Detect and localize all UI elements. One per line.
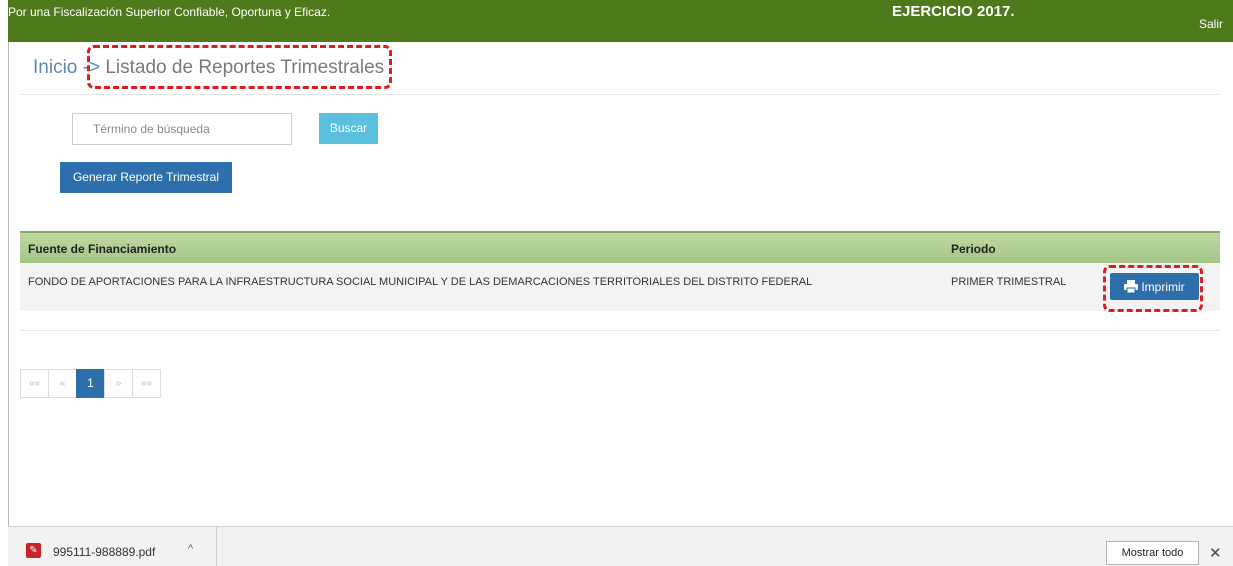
- highlight-box-print: [1103, 265, 1203, 312]
- search-button[interactable]: Buscar: [319, 113, 378, 144]
- logout-link[interactable]: Salir: [1199, 17, 1223, 31]
- breadcrumb-home-link[interactable]: Inicio: [33, 57, 77, 78]
- page-last[interactable]: »»: [132, 369, 161, 398]
- download-bar: ✎ 995111-988889.pdf ^ Mostrar todo ✕: [8, 526, 1233, 566]
- show-all-button[interactable]: Mostrar todo: [1106, 541, 1199, 565]
- column-header-periodo: Periodo: [951, 242, 996, 256]
- cell-periodo: PRIMER TRIMESTRAL: [951, 276, 1067, 288]
- download-item[interactable]: ✎ 995111-988889.pdf ^: [8, 527, 217, 566]
- search-input[interactable]: [72, 113, 292, 145]
- table-header: Fuente de Financiamiento Periodo: [20, 231, 1220, 263]
- page-first[interactable]: ««: [20, 369, 49, 398]
- generate-report-button[interactable]: Generar Reporte Trimestral: [60, 162, 232, 193]
- highlight-box-title: [87, 45, 392, 89]
- fiscal-year-label: EJERCICIO 2017.: [892, 3, 1015, 20]
- slogan-text: Por una Fiscalización Superior Confiable…: [8, 5, 331, 19]
- table-row: FONDO DE APORTACIONES PARA LA INFRAESTRU…: [20, 263, 1220, 311]
- divider: [20, 330, 1220, 331]
- page-next[interactable]: »: [104, 369, 133, 398]
- download-file-name: 995111-988889.pdf: [53, 545, 156, 559]
- page-current[interactable]: 1: [76, 369, 105, 398]
- chevron-up-icon[interactable]: ^: [188, 543, 193, 555]
- top-banner: Por una Fiscalización Superior Confiable…: [8, 0, 1233, 42]
- column-header-fuente: Fuente de Financiamiento: [28, 242, 177, 256]
- pdf-icon: ✎: [26, 543, 41, 558]
- pagination: «« « 1 » »»: [20, 369, 161, 398]
- divider: [20, 94, 1220, 95]
- close-icon[interactable]: ✕: [1209, 544, 1222, 562]
- cell-fuente: FONDO DE APORTACIONES PARA LA INFRAESTRU…: [28, 276, 813, 288]
- page-prev[interactable]: «: [48, 369, 77, 398]
